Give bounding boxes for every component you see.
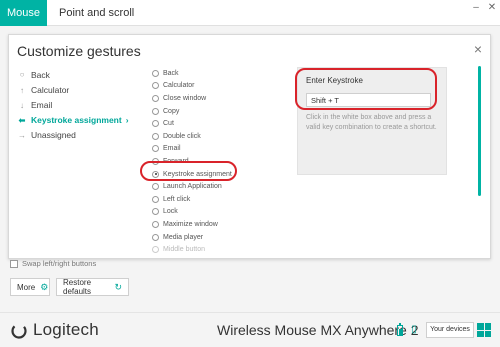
radio-label: Calculator (163, 82, 195, 90)
radio-option[interactable]: Email (152, 143, 287, 156)
arrow-up-icon: ↑ (20, 85, 24, 95)
restore-label: Restore defaults (63, 278, 92, 296)
gear-icon: ⚙ (40, 281, 49, 292)
radio-button[interactable] (152, 132, 159, 140)
arrow-right-icon: → (18, 130, 26, 140)
your-devices-button[interactable]: Your devices (426, 322, 474, 338)
more-label: More (17, 282, 36, 292)
radio-label: Back (163, 69, 179, 77)
radio-button[interactable] (152, 195, 159, 203)
tab-mouse[interactable]: Mouse (0, 0, 47, 26)
radio-option[interactable]: Cut (152, 117, 287, 130)
close-icon[interactable]: × (474, 41, 482, 57)
radio-button[interactable] (152, 220, 159, 228)
radio-option[interactable]: Copy (152, 105, 287, 118)
minimize-icon[interactable]: – (470, 2, 482, 14)
footer: Logitech Wireless Mouse MX Anywhere 2 ▯ … (0, 312, 500, 347)
radio-label: Lock (163, 208, 178, 216)
radio-option[interactable]: Media player (152, 231, 287, 244)
keystroke-help-text: Click in the white box above and press a… (306, 114, 437, 131)
dialog-title: Customize gestures (17, 43, 141, 59)
gesture-item-calculator[interactable]: ↑ Calculator (17, 83, 147, 98)
radio-label: Cut (163, 120, 174, 128)
radio-button[interactable] (152, 208, 159, 216)
gesture-item-keystroke-assignment[interactable]: ⬅ Keystroke assignment › (17, 113, 147, 128)
radio-button[interactable] (152, 246, 159, 254)
arrow-down-icon: ↓ (20, 100, 24, 110)
radio-label: Email (163, 145, 181, 153)
highlight-ring-radio (140, 161, 237, 181)
gesture-label: Calculator (31, 85, 70, 95)
gesture-label: Keystroke assignment (31, 115, 122, 125)
radio-option[interactable]: Middle button (152, 243, 287, 256)
gesture-item-email[interactable]: ↓ Email (17, 98, 147, 113)
device-name: Wireless Mouse MX Anywhere 2 (217, 322, 419, 338)
gesture-item-unassigned[interactable]: → Unassigned (17, 128, 147, 143)
window-close-icon[interactable]: ✕ (486, 2, 498, 14)
arrow-left-icon: ⬅ (18, 115, 26, 125)
radio-option[interactable]: Double click (152, 130, 287, 143)
restore-defaults-button[interactable]: Restore defaults ↻ (56, 278, 129, 296)
radio-label: Media player (163, 233, 204, 241)
gesture-label: Unassigned (31, 130, 76, 140)
radio-button[interactable] (152, 69, 159, 77)
dialog-scrollbar[interactable] (478, 66, 481, 196)
swap-buttons-row[interactable]: Swap left/right buttons (10, 259, 96, 268)
highlight-ring-keystroke (295, 68, 437, 110)
radio-label: Double click (163, 132, 201, 140)
radio-option[interactable]: Launch Application (152, 180, 287, 193)
radio-option[interactable]: Back (152, 67, 287, 80)
radio-option[interactable]: Left click (152, 193, 287, 206)
gesture-label: Email (31, 100, 53, 110)
swap-checkbox[interactable] (10, 259, 18, 268)
swap-label: Swap left/right buttons (22, 259, 97, 268)
circle-outline-icon: ○ (19, 70, 25, 79)
gesture-item-back[interactable]: ○ Back (17, 67, 147, 82)
radio-option[interactable]: Lock (152, 206, 287, 219)
radio-label: Left click (163, 195, 191, 203)
more-button[interactable]: More ⚙ (10, 278, 50, 296)
radio-button[interactable] (152, 94, 159, 102)
radio-option[interactable]: Close window (152, 92, 287, 105)
radio-button[interactable] (152, 233, 159, 241)
radio-button[interactable] (152, 120, 159, 128)
gesture-label: Back (31, 69, 50, 80)
tab-point-and-scroll[interactable]: Point and scroll (49, 0, 144, 26)
logitech-logo-icon (11, 323, 27, 339)
brand-logo-text: Logitech (33, 320, 99, 339)
radio-button[interactable] (152, 145, 159, 153)
radio-label: Maximize window (163, 220, 218, 228)
gesture-list: ○ Back ↑ Calculator ↓ Email ⬅ Keystroke … (17, 67, 147, 143)
radio-option[interactable]: Calculator (152, 80, 287, 93)
radio-button[interactable] (152, 107, 159, 115)
chevron-right-icon: › (125, 115, 129, 125)
radio-button[interactable] (152, 183, 159, 191)
radio-label: Copy (163, 107, 180, 115)
radio-label: Close window (163, 94, 207, 102)
radio-option[interactable]: Maximize window (152, 218, 287, 231)
battery-icon (397, 323, 403, 336)
unifying-receiver-icon: ▯ (411, 324, 417, 335)
radio-label: Launch Application (163, 183, 222, 191)
radio-button[interactable] (152, 82, 159, 90)
app-grid-icon[interactable] (477, 323, 491, 337)
refresh-icon: ↻ (114, 281, 122, 292)
radio-label: Middle button (163, 246, 206, 254)
top-tab-bar: Mouse Point and scroll – ✕ (0, 0, 500, 26)
